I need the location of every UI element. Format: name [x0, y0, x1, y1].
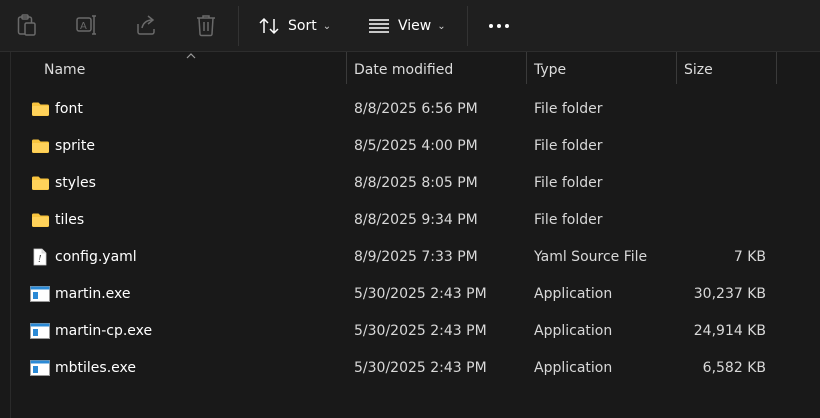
file-name: martin-cp.exe	[55, 323, 153, 339]
file-name: styles	[55, 175, 96, 191]
file-size-cell: 7 KB	[733, 249, 766, 265]
file-size-cell: 30,237 KB	[693, 286, 766, 302]
column-header-row: Name Date modified Type Size	[0, 52, 820, 90]
toolbar-separator	[467, 6, 468, 46]
column-divider[interactable]	[676, 52, 677, 84]
file-size-cell: 24,914 KB	[693, 323, 766, 339]
column-divider[interactable]	[346, 52, 347, 84]
file-name-cell: martin.exe	[30, 277, 131, 311]
application-icon	[30, 358, 50, 378]
date-modified-cell: 8/8/2025 8:05 PM	[354, 175, 478, 191]
column-header-date-label: Date modified	[354, 62, 454, 78]
file-type-cell: File folder	[534, 175, 603, 191]
file-row[interactable]: ! config.yaml 8/9/2025 7:33 PM Yaml Source …	[24, 240, 780, 274]
sort-button-label: Sort	[288, 18, 317, 34]
file-row[interactable]: martin-cp.exe 5/30/2025 2:43 PM Applicatio…	[24, 314, 780, 348]
file-row[interactable]: tiles 8/8/2025 9:34 PM File folder	[24, 203, 780, 237]
file-row[interactable]: martin.exe 5/30/2025 2:43 PM Application 30…	[24, 277, 780, 311]
column-divider[interactable]	[776, 52, 777, 84]
sort-button[interactable]: Sort ⌄	[258, 12, 331, 40]
date-modified-cell: 5/30/2025 2:43 PM	[354, 323, 487, 339]
toolbar-separator	[238, 6, 239, 46]
file-name: martin.exe	[55, 286, 131, 302]
paste-icon[interactable]	[15, 12, 39, 38]
folder-icon	[30, 173, 50, 193]
view-button-label: View	[398, 18, 432, 34]
file-row[interactable]: mbtiles.exe 5/30/2025 2:43 PM Application 6…	[24, 351, 780, 385]
column-header-type-label: Type	[534, 62, 567, 78]
file-name-cell: martin-cp.exe	[30, 314, 152, 348]
date-modified-cell: 8/5/2025 4:00 PM	[354, 138, 478, 154]
file-type-cell: File folder	[534, 101, 603, 117]
date-modified-cell: 5/30/2025 2:43 PM	[354, 286, 487, 302]
file-name: tiles	[55, 212, 85, 228]
file-type-cell: File folder	[534, 212, 603, 228]
view-icon	[368, 17, 390, 35]
file-type-cell: File folder	[534, 138, 603, 154]
column-header-date-modified[interactable]: Date modified	[354, 52, 524, 88]
file-type-cell: Application	[534, 323, 613, 339]
file-type-cell: Yaml Source File	[534, 249, 648, 265]
file-name-cell: mbtiles.exe	[30, 351, 136, 385]
date-modified-cell: 8/8/2025 9:34 PM	[354, 212, 478, 228]
date-modified-cell: 8/9/2025 7:33 PM	[354, 249, 478, 265]
folder-icon	[30, 136, 50, 156]
column-divider[interactable]	[526, 52, 527, 84]
file-row[interactable]: sprite 8/5/2025 4:00 PM File folder	[24, 129, 780, 163]
file-name-cell: styles	[30, 166, 96, 200]
column-header-size-label: Size	[684, 62, 713, 78]
command-bar: A Sort ⌄ View ⌄	[0, 0, 820, 52]
view-button[interactable]: View ⌄	[368, 12, 446, 40]
share-icon[interactable]	[134, 12, 158, 38]
file-name: sprite	[55, 138, 95, 154]
file-name: font	[55, 101, 83, 117]
column-header-name-label: Name	[44, 62, 86, 78]
file-size-cell: 6,582 KB	[702, 360, 766, 376]
folder-icon	[30, 210, 50, 230]
file-name: mbtiles.exe	[55, 360, 136, 376]
rename-icon[interactable]: A	[75, 12, 99, 38]
column-header-size[interactable]: Size	[684, 52, 774, 88]
file-name: config.yaml	[55, 249, 137, 265]
svg-text:!: !	[38, 255, 42, 265]
chevron-down-icon: ⌄	[322, 20, 332, 32]
file-name-cell: tiles	[30, 203, 84, 237]
column-header-name[interactable]: Name	[44, 52, 344, 88]
folder-icon	[30, 99, 50, 119]
more-options-button[interactable]	[484, 12, 514, 40]
date-modified-cell: 8/8/2025 6:56 PM	[354, 101, 478, 117]
navigation-pane-divider	[10, 52, 11, 418]
sort-icon	[258, 16, 280, 36]
date-modified-cell: 5/30/2025 2:43 PM	[354, 360, 487, 376]
application-icon	[30, 284, 50, 304]
delete-icon[interactable]	[194, 12, 218, 38]
file-name-cell: sprite	[30, 129, 95, 163]
file-row[interactable]: font 8/8/2025 6:56 PM File folder	[24, 92, 780, 126]
chevron-down-icon: ⌄	[437, 20, 446, 32]
file-row[interactable]: styles 8/8/2025 8:05 PM File folder	[24, 166, 780, 200]
file-name-cell: ! config.yaml	[30, 240, 137, 274]
more-icon	[489, 24, 493, 28]
application-icon	[30, 321, 50, 341]
file-type-cell: Application	[534, 286, 613, 302]
svg-text:A: A	[80, 21, 87, 32]
column-header-type[interactable]: Type	[534, 52, 678, 88]
file-name-cell: font	[30, 92, 83, 126]
file-icon: !	[30, 247, 50, 267]
file-type-cell: Application	[534, 360, 613, 376]
